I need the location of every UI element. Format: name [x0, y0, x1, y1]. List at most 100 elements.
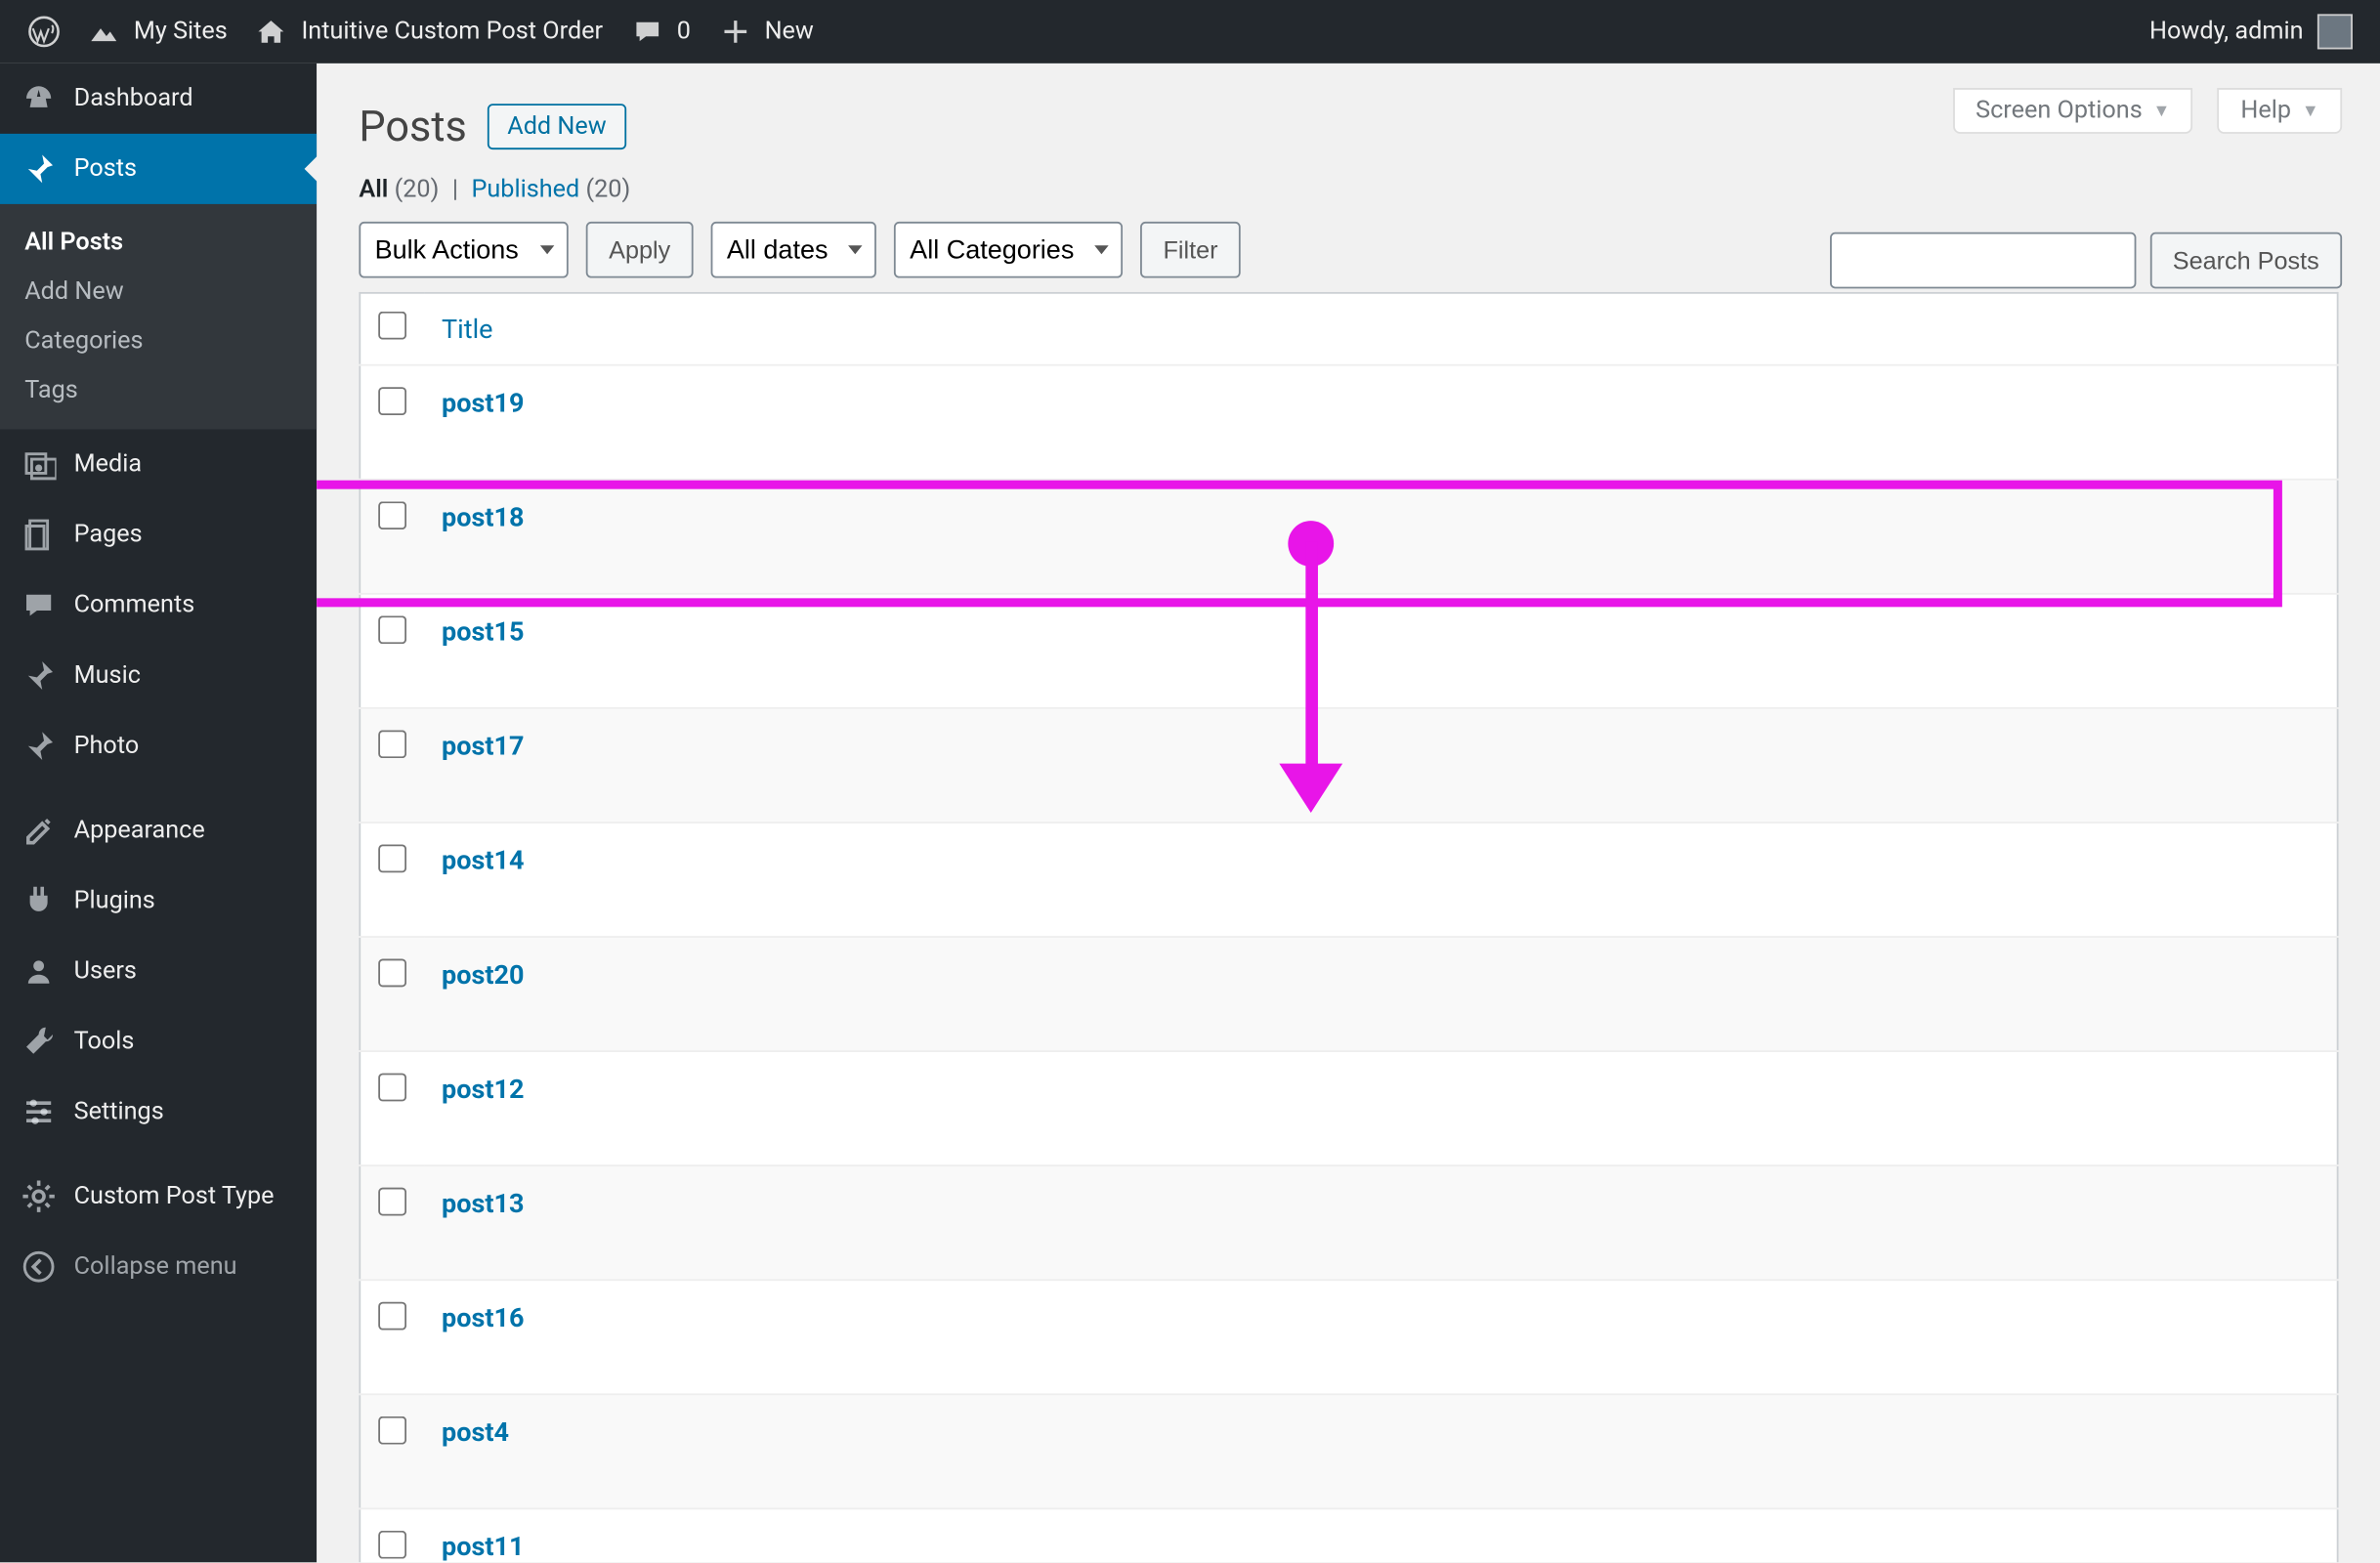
sidebar-subitem-tags[interactable]: Tags: [0, 366, 317, 415]
screen-options-tab[interactable]: Screen Options ▼: [1953, 88, 2193, 134]
post-title-link[interactable]: post17: [442, 730, 524, 761]
filter-button[interactable]: Filter: [1140, 222, 1241, 278]
sort-by-title[interactable]: Title: [442, 314, 492, 345]
admin-sidebar: Dashboard Posts All PostsAdd NewCategories…: [0, 63, 317, 1562]
post-title-link[interactable]: post11: [442, 1531, 524, 1562]
row-checkbox[interactable]: [378, 615, 406, 644]
sidebar-subitem-all-posts[interactable]: All Posts: [0, 218, 317, 267]
my-account[interactable]: Howdy, admin: [2136, 0, 2367, 63]
sidebar-item-media[interactable]: Media: [0, 429, 317, 499]
sidebar-item-label: Tools: [74, 1028, 135, 1056]
sidebar-item-tools[interactable]: Tools: [0, 1006, 317, 1077]
row-checkbox[interactable]: [378, 730, 406, 758]
collapse-icon: [21, 1249, 57, 1285]
sidebar-item-label: Settings: [74, 1098, 164, 1126]
filter-all[interactable]: All: [359, 176, 388, 204]
sidebar-subitem-add-new[interactable]: Add New: [0, 268, 317, 317]
row-checkbox[interactable]: [378, 959, 406, 988]
my-sites[interactable]: My Sites: [74, 0, 242, 63]
table-row[interactable]: post11: [360, 1508, 2337, 1562]
avatar: [2317, 14, 2353, 49]
filter-published[interactable]: Published: [471, 176, 579, 204]
sidebar-item-dashboard[interactable]: Dashboard: [0, 63, 317, 134]
table-row[interactable]: post13: [360, 1165, 2337, 1280]
post-title-link[interactable]: post13: [442, 1188, 524, 1219]
table-row[interactable]: post17: [360, 708, 2337, 823]
new-content[interactable]: New: [704, 0, 828, 63]
settings-icon: [21, 1094, 57, 1129]
sidebar-item-collapse-menu[interactable]: Collapse menu: [0, 1232, 317, 1302]
post-title-link[interactable]: post20: [442, 959, 524, 991]
site-name[interactable]: Intuitive Custom Post Order: [241, 0, 616, 63]
comments-count: 0: [677, 18, 691, 46]
chevron-down-icon: ▼: [2153, 102, 2171, 121]
posts-table: Title post19 post18 post15 post17 post14 post…: [359, 292, 2338, 1562]
sidebar-item-custom-post-type[interactable]: Custom Post Type: [0, 1162, 317, 1232]
search-input[interactable]: [1830, 232, 2136, 289]
post-status-filters: All (20) | Published (20): [359, 176, 2338, 204]
appearance-icon: [21, 813, 57, 848]
post-title-link[interactable]: post19: [442, 387, 524, 418]
post-title-link[interactable]: post4: [442, 1416, 509, 1448]
row-checkbox[interactable]: [378, 1302, 406, 1331]
pin-icon: [21, 729, 57, 764]
sidebar-item-users[interactable]: Users: [0, 936, 317, 1006]
help-tab[interactable]: Help ▼: [2218, 88, 2342, 134]
post-title-link[interactable]: post12: [442, 1074, 524, 1105]
pin-icon: [21, 658, 57, 694]
sidebar-item-label: Plugins: [74, 887, 155, 915]
row-checkbox[interactable]: [378, 1416, 406, 1445]
row-checkbox[interactable]: [378, 1531, 406, 1559]
sidebar-item-label: Custom Post Type: [74, 1182, 275, 1210]
comment-icon: [631, 16, 662, 47]
date-filter-select[interactable]: All dates: [711, 222, 876, 278]
sidebar-item-photo[interactable]: Photo: [0, 711, 317, 782]
bulk-actions-select[interactable]: Bulk Actions: [359, 222, 568, 278]
table-row[interactable]: post19: [360, 365, 2337, 480]
table-row[interactable]: post18: [360, 480, 2337, 594]
apply-button[interactable]: Apply: [586, 222, 694, 278]
select-all-checkbox[interactable]: [378, 312, 406, 340]
users-icon: [21, 953, 57, 989]
post-title-link[interactable]: post18: [442, 501, 524, 532]
comments-icon: [21, 588, 57, 623]
wp-logo[interactable]: [14, 0, 73, 63]
sidebar-item-appearance[interactable]: Appearance: [0, 795, 317, 866]
media-icon: [21, 446, 57, 482]
pin-icon: [21, 151, 57, 187]
row-checkbox[interactable]: [378, 1188, 406, 1216]
sidebar-item-comments[interactable]: Comments: [0, 570, 317, 641]
category-filter-select[interactable]: All Categories: [894, 222, 1123, 278]
table-row[interactable]: post15: [360, 594, 2337, 708]
table-row[interactable]: post12: [360, 1051, 2337, 1165]
row-checkbox[interactable]: [378, 844, 406, 872]
table-row[interactable]: post20: [360, 937, 2337, 1051]
table-row[interactable]: post16: [360, 1280, 2337, 1394]
post-title-link[interactable]: post16: [442, 1302, 524, 1333]
tools-icon: [21, 1024, 57, 1059]
post-title-link[interactable]: post14: [442, 844, 524, 875]
row-checkbox[interactable]: [378, 501, 406, 529]
comments-link[interactable]: 0: [617, 0, 705, 63]
row-checkbox[interactable]: [378, 387, 406, 415]
sidebar-item-label: Media: [74, 450, 142, 479]
sidebar-item-pages[interactable]: Pages: [0, 499, 317, 570]
add-new-button[interactable]: Add New: [488, 104, 625, 149]
dashboard-icon: [21, 81, 57, 116]
chevron-down-icon: ▼: [2302, 102, 2319, 121]
sidebar-item-posts[interactable]: Posts: [0, 134, 317, 204]
sidebar-subitem-categories[interactable]: Categories: [0, 317, 317, 365]
sidebar-item-plugins[interactable]: Plugins: [0, 866, 317, 936]
sidebar-item-label: Dashboard: [74, 84, 193, 112]
pages-icon: [21, 517, 57, 552]
table-row[interactable]: post4: [360, 1394, 2337, 1508]
sidebar-item-settings[interactable]: Settings: [0, 1077, 317, 1147]
sidebar-item-label: Collapse menu: [74, 1252, 237, 1281]
sidebar-item-label: Posts: [74, 154, 137, 183]
sidebar-item-music[interactable]: Music: [0, 641, 317, 711]
home-icon: [256, 16, 287, 47]
table-row[interactable]: post14: [360, 823, 2337, 937]
post-title-link[interactable]: post15: [442, 615, 524, 647]
row-checkbox[interactable]: [378, 1074, 406, 1102]
search-posts-button[interactable]: Search Posts: [2149, 232, 2342, 289]
